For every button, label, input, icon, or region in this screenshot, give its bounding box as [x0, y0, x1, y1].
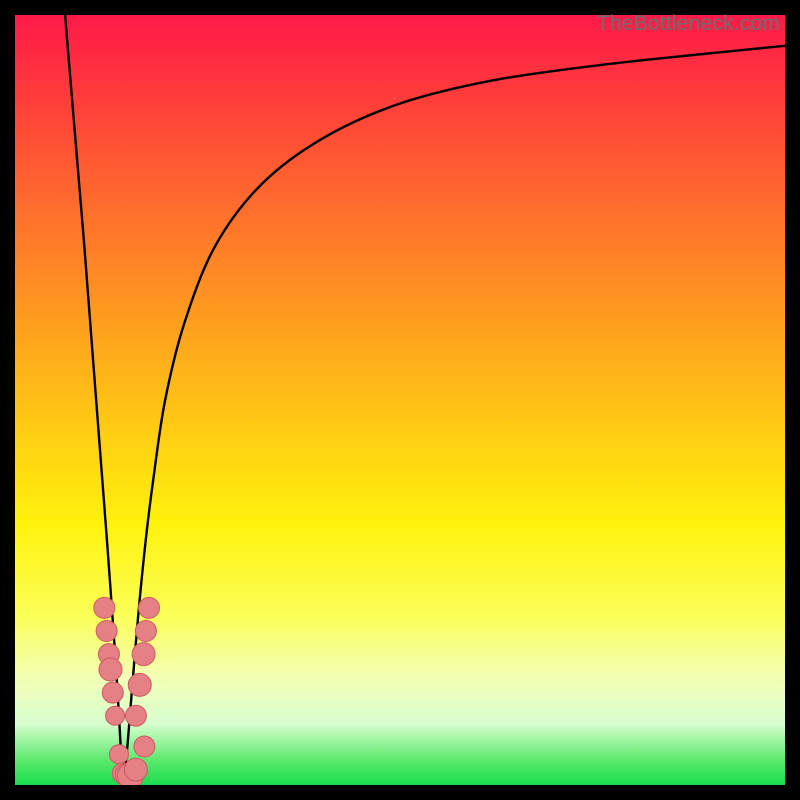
data-marker — [94, 597, 115, 618]
chart-frame: TheBottleneck.com — [0, 0, 800, 800]
data-marker — [132, 643, 155, 666]
data-marker — [99, 658, 122, 681]
data-marker — [102, 682, 123, 703]
data-marker — [109, 745, 128, 764]
plot-area — [15, 15, 785, 785]
data-marker — [135, 620, 156, 641]
data-marker — [128, 673, 151, 696]
right-branch-curve — [123, 46, 785, 785]
data-marker — [134, 736, 155, 757]
watermark-text: TheBottleneck.com — [597, 12, 780, 36]
data-marker — [124, 758, 147, 781]
data-marker — [96, 620, 117, 641]
chart-svg — [15, 15, 785, 785]
data-marker — [106, 706, 125, 725]
data-marker — [138, 597, 159, 618]
data-marker — [125, 705, 146, 726]
marker-group — [94, 597, 160, 785]
curve-group — [65, 15, 785, 785]
